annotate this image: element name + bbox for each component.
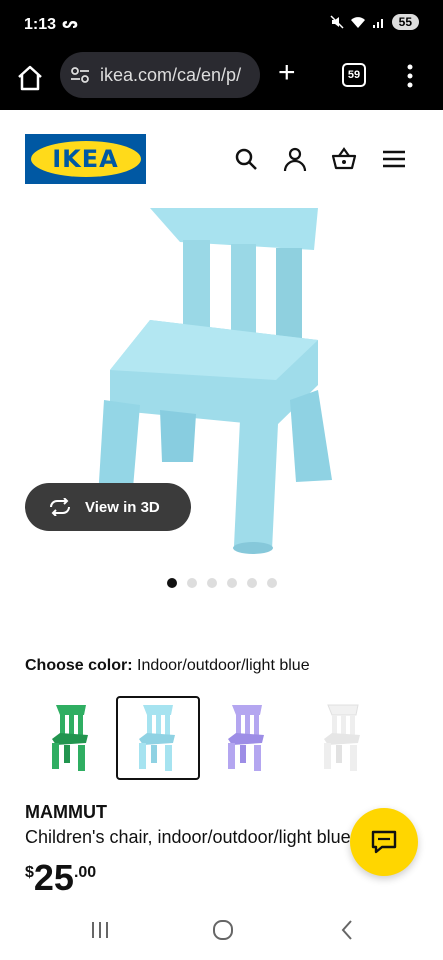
price-decimal: .00 [73,864,97,881]
logo-text: IKEA [52,145,119,173]
carousel-indicator [167,578,277,588]
more-options-icon[interactable] [405,62,415,90]
status-bar: 1:13 ᔕ 55 [0,0,443,50]
swatch-green[interactable] [29,696,113,780]
site-settings-icon[interactable] [70,66,90,84]
carousel-dot[interactable] [167,578,177,588]
url-text: ikea.com/ca/en/p/ [100,64,242,85]
view-in-3d-label: View in 3D [85,498,160,516]
product-name: MAMMUT [25,802,107,822]
status-notification-icon: ᔕ [62,15,78,31]
back-icon[interactable] [336,918,360,942]
system-nav-bar [0,900,443,960]
search-icon[interactable] [233,146,259,172]
swatch-white[interactable] [301,696,385,780]
chat-button[interactable] [350,808,418,876]
swatch-light-blue[interactable] [116,696,200,780]
carousel-dot[interactable] [207,578,217,588]
address-bar[interactable]: ikea.com/ca/en/p/ [60,52,260,98]
price-integer: 25 [33,857,74,898]
new-tab-button[interactable]: + [278,58,296,88]
battery-indicator: 55 [391,14,419,30]
chair-thumbnail-white [324,704,360,771]
home-icon[interactable] [14,62,46,94]
signal-icon [372,19,383,28]
rotate-3d-icon [50,498,70,516]
hamburger-icon[interactable] [381,146,407,172]
home-nav-icon[interactable] [211,918,235,942]
status-time: 1:13 [24,16,57,33]
status-icons: 55 [330,14,419,30]
selected-color: Indoor/outdoor/light blue [137,657,310,674]
price-currency: $ [25,864,34,881]
basket-icon[interactable] [331,146,357,172]
logo-oval: IKEA [30,141,141,177]
product-price: $ 25 .00 [25,858,96,898]
tab-switcher-button[interactable]: 59 [342,63,366,87]
choose-color-label: Choose color: [25,657,133,674]
carousel-dot[interactable] [227,578,237,588]
choose-color-row: Choose color: Indoor/outdoor/light blue [25,657,310,675]
swatch-lilac[interactable] [205,696,289,780]
carousel-dot[interactable] [267,578,277,588]
chair-thumbnail-green [52,705,88,771]
wifi-icon [350,17,365,28]
chat-icon [371,830,397,854]
mute-icon [330,15,344,29]
person-icon[interactable] [282,146,308,172]
chair-thumbnail-lilac [228,705,264,771]
carousel-dot[interactable] [247,578,257,588]
recent-apps-icon[interactable] [88,918,112,942]
carousel-dot[interactable] [187,578,197,588]
view-in-3d-button[interactable]: View in 3D [25,483,191,531]
product-description: Children's chair, indoor/outdoor/light b… [25,827,351,847]
ikea-logo[interactable]: IKEA [25,134,146,184]
chair-thumbnail-light-blue [139,705,175,771]
browser-toolbar: ikea.com/ca/en/p/ + 59 [0,50,443,110]
